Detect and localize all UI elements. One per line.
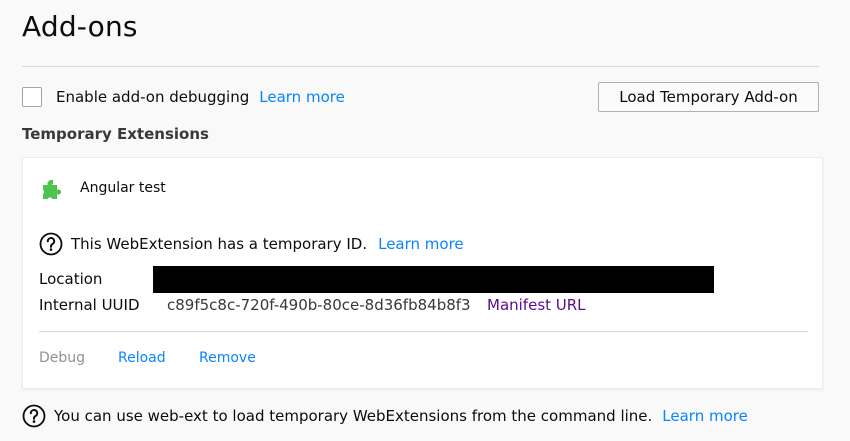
internal-uuid-value: c89f5c8c-720f-490b-80ce-8d36fb84b8f3: [167, 296, 471, 314]
title-divider: [22, 66, 819, 67]
web-ext-text: You can use web-ext to load temporary We…: [54, 407, 653, 425]
help-icon: [39, 232, 63, 256]
debugging-row: Enable add-on debugging Learn more: [22, 86, 345, 108]
addons-page: Add-ons Enable add-on debugging Learn mo…: [0, 0, 850, 441]
enable-debugging-label[interactable]: Enable add-on debugging: [56, 88, 249, 106]
card-divider: [39, 331, 808, 332]
load-temporary-addon-button[interactable]: Load Temporary Add-on: [598, 82, 819, 112]
puzzle-piece-icon: [39, 180, 62, 203]
location-value-redacted: [153, 266, 714, 293]
manifest-url-link[interactable]: Manifest URL: [487, 296, 586, 314]
temporary-id-text: This WebExtension has a temporary ID.: [71, 235, 368, 253]
enable-debugging-checkbox[interactable]: [22, 87, 42, 107]
reload-button[interactable]: Reload: [118, 350, 166, 366]
temporary-id-notice: This WebExtension has a temporary ID. Le…: [39, 232, 464, 256]
page-title: Add-ons: [22, 10, 138, 43]
addon-name: Angular test: [80, 180, 166, 196]
help-icon: [22, 404, 46, 428]
temporary-id-learn-more-link[interactable]: Learn more: [378, 235, 464, 253]
web-ext-learn-more-link[interactable]: Learn more: [662, 407, 748, 425]
internal-uuid-label: Internal UUID: [39, 296, 140, 314]
remove-button[interactable]: Remove: [199, 350, 256, 366]
temporary-extensions-heading: Temporary Extensions: [22, 125, 209, 143]
debug-button[interactable]: Debug: [39, 350, 85, 366]
web-ext-notice: You can use web-ext to load temporary We…: [22, 404, 748, 428]
location-label: Location: [39, 270, 103, 288]
debugging-learn-more-link[interactable]: Learn more: [259, 88, 345, 106]
addon-card: Angular test This WebExtension has a tem…: [22, 157, 823, 389]
